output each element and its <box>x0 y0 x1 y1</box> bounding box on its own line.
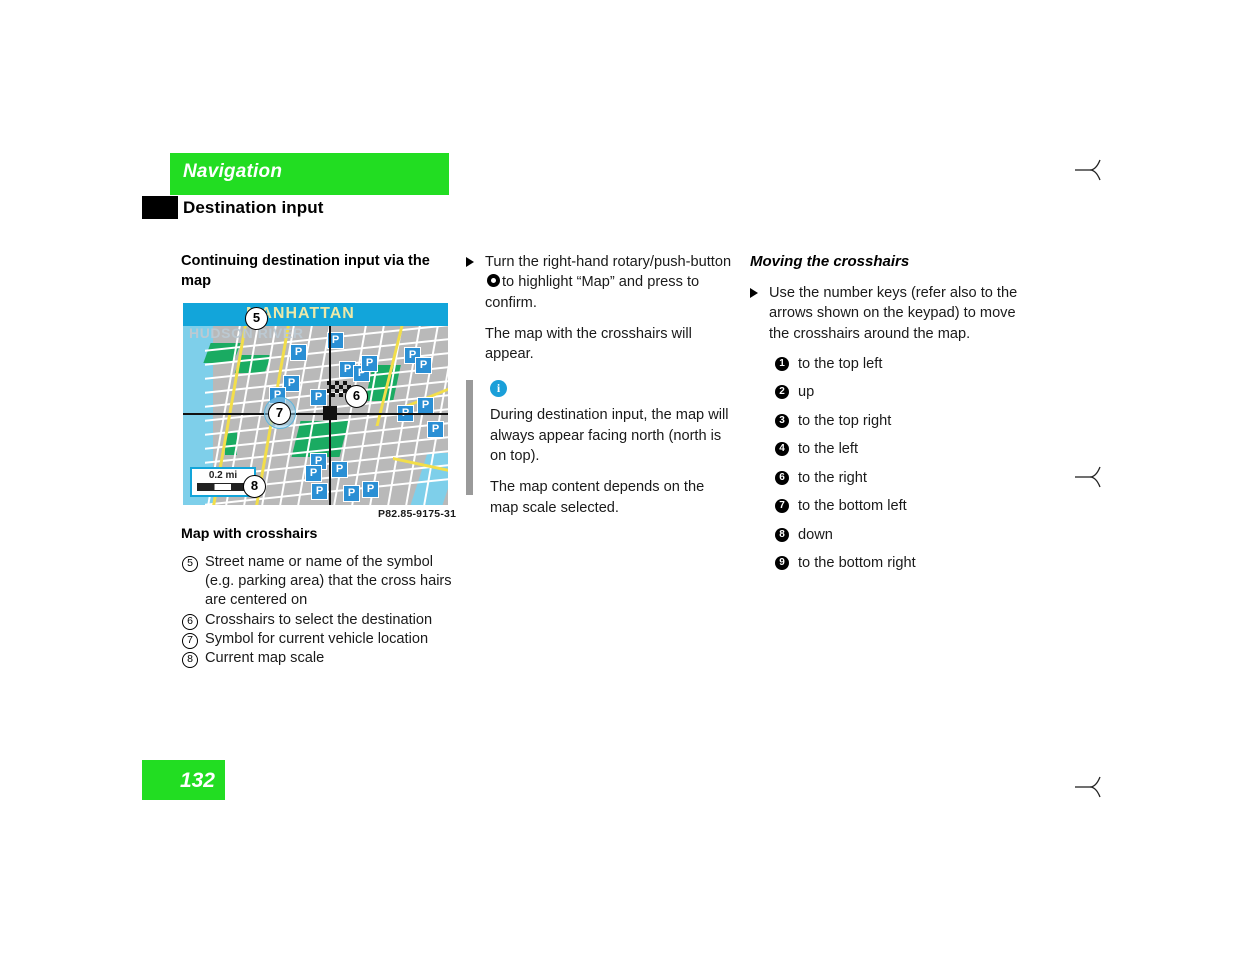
legend-number: 8 <box>182 652 198 669</box>
keypad-row: 7 to the bottom left <box>775 497 1018 515</box>
keypad-row: 8 down <box>775 526 1018 544</box>
legend-label: Symbol for current vehicle location <box>205 630 429 647</box>
key-label: to the top right <box>798 412 892 429</box>
key-label: to the bottom left <box>798 498 907 515</box>
scissors-icon <box>1075 776 1101 798</box>
key-label: to the top left <box>798 355 883 372</box>
legend-item: 8 Current map scale <box>182 649 452 669</box>
instruction-step: Use the number keys (refer also to the a… <box>750 283 1018 344</box>
section-title: Navigation <box>183 161 283 182</box>
info-note-bar <box>466 380 473 496</box>
legend-label: Crosshairs to select the destination <box>205 611 433 628</box>
instruction-text: Turn the right-hand rotary/push-button to… <box>485 252 734 313</box>
crosshair-horizontal <box>183 413 448 415</box>
callout-8: 8 <box>243 475 266 498</box>
instruction-step: Turn the right-hand rotary/push-button to… <box>466 252 734 313</box>
legend-item: 6 Crosshairs to select the destination <box>182 611 452 630</box>
bullet-triangle-icon <box>750 288 758 298</box>
info-icon: i <box>490 380 507 398</box>
keypad-row: 3 to the top right <box>775 412 1018 430</box>
page-number-box: 132 <box>142 760 225 800</box>
legend-number: 5 <box>182 556 198 572</box>
instruction-result: The map with the crosshairs will appear. <box>485 325 692 363</box>
subsection-title: Destination input <box>183 198 324 217</box>
legend-item: 7 Symbol for current vehicle location <box>182 630 452 649</box>
keypad-row: 4 to the left <box>775 440 1018 458</box>
legend-number: 6 <box>182 613 198 630</box>
subsection-marker-block <box>142 196 178 219</box>
key-number: 7 <box>775 499 789 514</box>
parking-marker: P <box>427 421 444 438</box>
info-note-paragraph: The map content depends on the map scale… <box>490 479 705 516</box>
parking-marker: P <box>361 355 378 372</box>
info-note-paragraph: During destination input, the map will a… <box>490 407 729 465</box>
figure-legend: 5 Street name or name of the symbol (e.g… <box>182 553 452 669</box>
key-number: 8 <box>775 527 789 542</box>
parking-marker: P <box>331 461 348 478</box>
destination-marker <box>323 406 337 420</box>
callout-5: 5 <box>245 307 268 330</box>
key-number: 1 <box>775 356 789 371</box>
bullet-triangle-icon <box>466 257 474 267</box>
instruction-text-a: Turn the right-hand rotary/push-button <box>485 254 732 270</box>
key-number: 3 <box>775 413 789 428</box>
keypad-row: 1 to the top left <box>775 355 1018 373</box>
map-scale-bar <box>197 483 249 491</box>
scissors-icon <box>1075 159 1101 181</box>
key-number: 4 <box>775 442 789 457</box>
scissors-icon <box>1075 466 1101 488</box>
page-number: 132 <box>179 769 215 792</box>
middle-column: Turn the right-hand rotary/push-button to… <box>466 252 734 529</box>
rotary-push-button-icon <box>487 274 500 288</box>
key-label: down <box>798 526 833 543</box>
info-note: i During destination input, the map will… <box>466 380 734 517</box>
key-label: to the right <box>798 469 867 486</box>
parking-marker: P <box>311 483 328 500</box>
parking-marker: P <box>343 485 360 502</box>
parking-marker: P <box>362 481 379 498</box>
legend-label: Street name or name of the symbol (e.g. … <box>205 554 452 609</box>
left-subhead: Continuing destination input via the map <box>181 253 430 289</box>
callout-7: 7 <box>268 402 291 425</box>
map-canvas: HUDSON RIVER P P P P P P P P P P P P P P… <box>183 303 448 505</box>
map-name-banner: MANHATTAN <box>183 303 448 326</box>
keypad-row: 2 up <box>775 383 1018 401</box>
figure-caption: Map with crosshairs <box>181 526 318 542</box>
left-column: Continuing destination input via the map <box>181 252 447 301</box>
legend-label: Current map scale <box>205 650 325 667</box>
instruction-text-b: to highlight “Map” and press to confirm. <box>485 274 700 311</box>
key-label: to the bottom right <box>798 555 916 572</box>
legend-number: 7 <box>182 632 198 649</box>
map-figure: HUDSON RIVER P P P P P P P P P P P P P P… <box>183 303 448 505</box>
right-subhead: Moving the crosshairs <box>750 253 910 270</box>
parking-marker: P <box>290 344 307 361</box>
right-column: Moving the crosshairs Use the number key… <box>750 252 1018 583</box>
map-river-label: HUDSON RIVER <box>189 325 304 341</box>
legend-item: 5 Street name or name of the symbol (e.g… <box>182 553 452 611</box>
key-number: 2 <box>775 385 789 400</box>
key-number: 9 <box>775 556 789 571</box>
key-number: 6 <box>775 470 789 485</box>
key-label: up <box>798 384 815 401</box>
instruction-text: Use the number keys (refer also to the a… <box>769 285 1018 342</box>
section-header-bar: Navigation <box>170 153 449 195</box>
parking-marker: P <box>417 397 434 414</box>
manual-page: { "header": { "section_title": "Navigati… <box>0 0 1235 954</box>
parking-marker: P <box>310 389 327 406</box>
callout-6: 6 <box>345 385 368 408</box>
figure-code: P82.85-9175-31 <box>378 508 457 520</box>
keypad-key-list: 1 to the top left 2 up 3 to the top righ… <box>775 355 1018 573</box>
keypad-row: 6 to the right <box>775 469 1018 487</box>
parking-marker: P <box>415 357 432 374</box>
key-label: to the left <box>798 441 859 458</box>
keypad-row: 9 to the bottom right <box>775 554 1018 572</box>
parking-marker: P <box>305 465 322 482</box>
